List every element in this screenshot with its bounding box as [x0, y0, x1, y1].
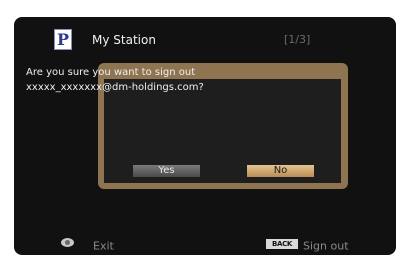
app-icon-letter: P [56, 29, 70, 49]
yes-button[interactable]: Yes [133, 165, 200, 177]
back-key-icon: BACK [266, 239, 298, 249]
pandora-app-icon: P [54, 29, 72, 50]
page-title: My Station [92, 33, 156, 47]
page-indicator: [1/3] [284, 33, 311, 46]
dialog-message: Are you sure you want to sign out xxxxx_… [26, 65, 204, 95]
remote-option-button-icon [61, 238, 74, 247]
tv-screen: P My Station [1/3] Are you sure you want… [14, 17, 396, 255]
dialog-message-line2: xxxxx_xxxxxxx@dm-holdings.com? [26, 82, 204, 93]
exit-label: Exit [93, 239, 114, 253]
no-button[interactable]: No [247, 165, 314, 177]
remote-button-center-icon [65, 240, 70, 245]
dialog-message-line1: Are you sure you want to sign out [26, 67, 196, 78]
signout-label: Sign out [303, 239, 349, 253]
